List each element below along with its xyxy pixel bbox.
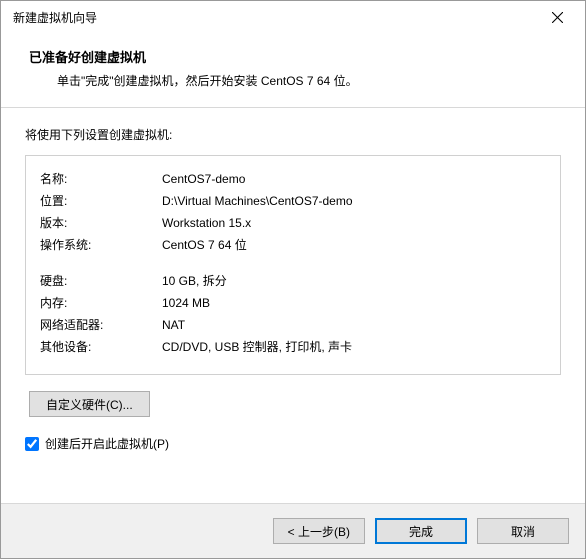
setting-row-other: 其他设备: CD/DVD, USB 控制器, 打印机, 声卡 [40,336,546,358]
customize-hardware-button[interactable]: 自定义硬件(C)... [29,391,150,417]
setting-row-memory: 内存: 1024 MB [40,292,546,314]
setting-value: D:\Virtual Machines\CentOS7-demo [162,190,546,212]
cancel-button[interactable]: 取消 [477,518,569,544]
close-button[interactable] [537,3,577,31]
setting-value: NAT [162,314,546,336]
setting-label: 操作系统: [40,234,162,256]
setting-row-name: 名称: CentOS7-demo [40,168,546,190]
setting-row-disk: 硬盘: 10 GB, 拆分 [40,270,546,292]
setting-row-location: 位置: D:\Virtual Machines\CentOS7-demo [40,190,546,212]
setting-label: 名称: [40,168,162,190]
setting-value: 10 GB, 拆分 [162,270,546,292]
back-button[interactable]: < 上一步(B) [273,518,365,544]
power-on-checkbox[interactable] [25,437,39,451]
setting-label: 其他设备: [40,336,162,358]
setting-label: 版本: [40,212,162,234]
setting-label: 内存: [40,292,162,314]
setting-label: 硬盘: [40,270,162,292]
titlebar: 新建虚拟机向导 [1,1,585,33]
wizard-content: 将使用下列设置创建虚拟机: 名称: CentOS7-demo 位置: D:\Vi… [1,108,585,503]
page-title: 已准备好创建虚拟机 [29,47,557,66]
setting-row-version: 版本: Workstation 15.x [40,212,546,234]
power-on-checkbox-row: 创建后开启此虚拟机(P) [25,435,561,452]
close-icon [552,12,563,23]
setting-label: 位置: [40,190,162,212]
page-subtitle: 单击"完成"创建虚拟机，然后开始安装 CentOS 7 64 位。 [29,72,557,89]
power-on-checkbox-label: 创建后开启此虚拟机(P) [45,435,169,452]
setting-value: CD/DVD, USB 控制器, 打印机, 声卡 [162,336,546,358]
finish-button[interactable]: 完成 [375,518,467,544]
settings-summary-box: 名称: CentOS7-demo 位置: D:\Virtual Machines… [25,155,561,375]
wizard-header: 已准备好创建虚拟机 单击"完成"创建虚拟机，然后开始安装 CentOS 7 64… [1,33,585,107]
window-title: 新建虚拟机向导 [13,9,97,26]
wizard-footer: < 上一步(B) 完成 取消 [1,503,585,558]
settings-intro: 将使用下列设置创建虚拟机: [25,126,561,143]
setting-value: Workstation 15.x [162,212,546,234]
setting-row-os: 操作系统: CentOS 7 64 位 [40,234,546,256]
setting-value: 1024 MB [162,292,546,314]
setting-label: 网络适配器: [40,314,162,336]
setting-value: CentOS7-demo [162,168,546,190]
row-gap [40,256,546,270]
setting-row-network: 网络适配器: NAT [40,314,546,336]
setting-value: CentOS 7 64 位 [162,234,546,256]
